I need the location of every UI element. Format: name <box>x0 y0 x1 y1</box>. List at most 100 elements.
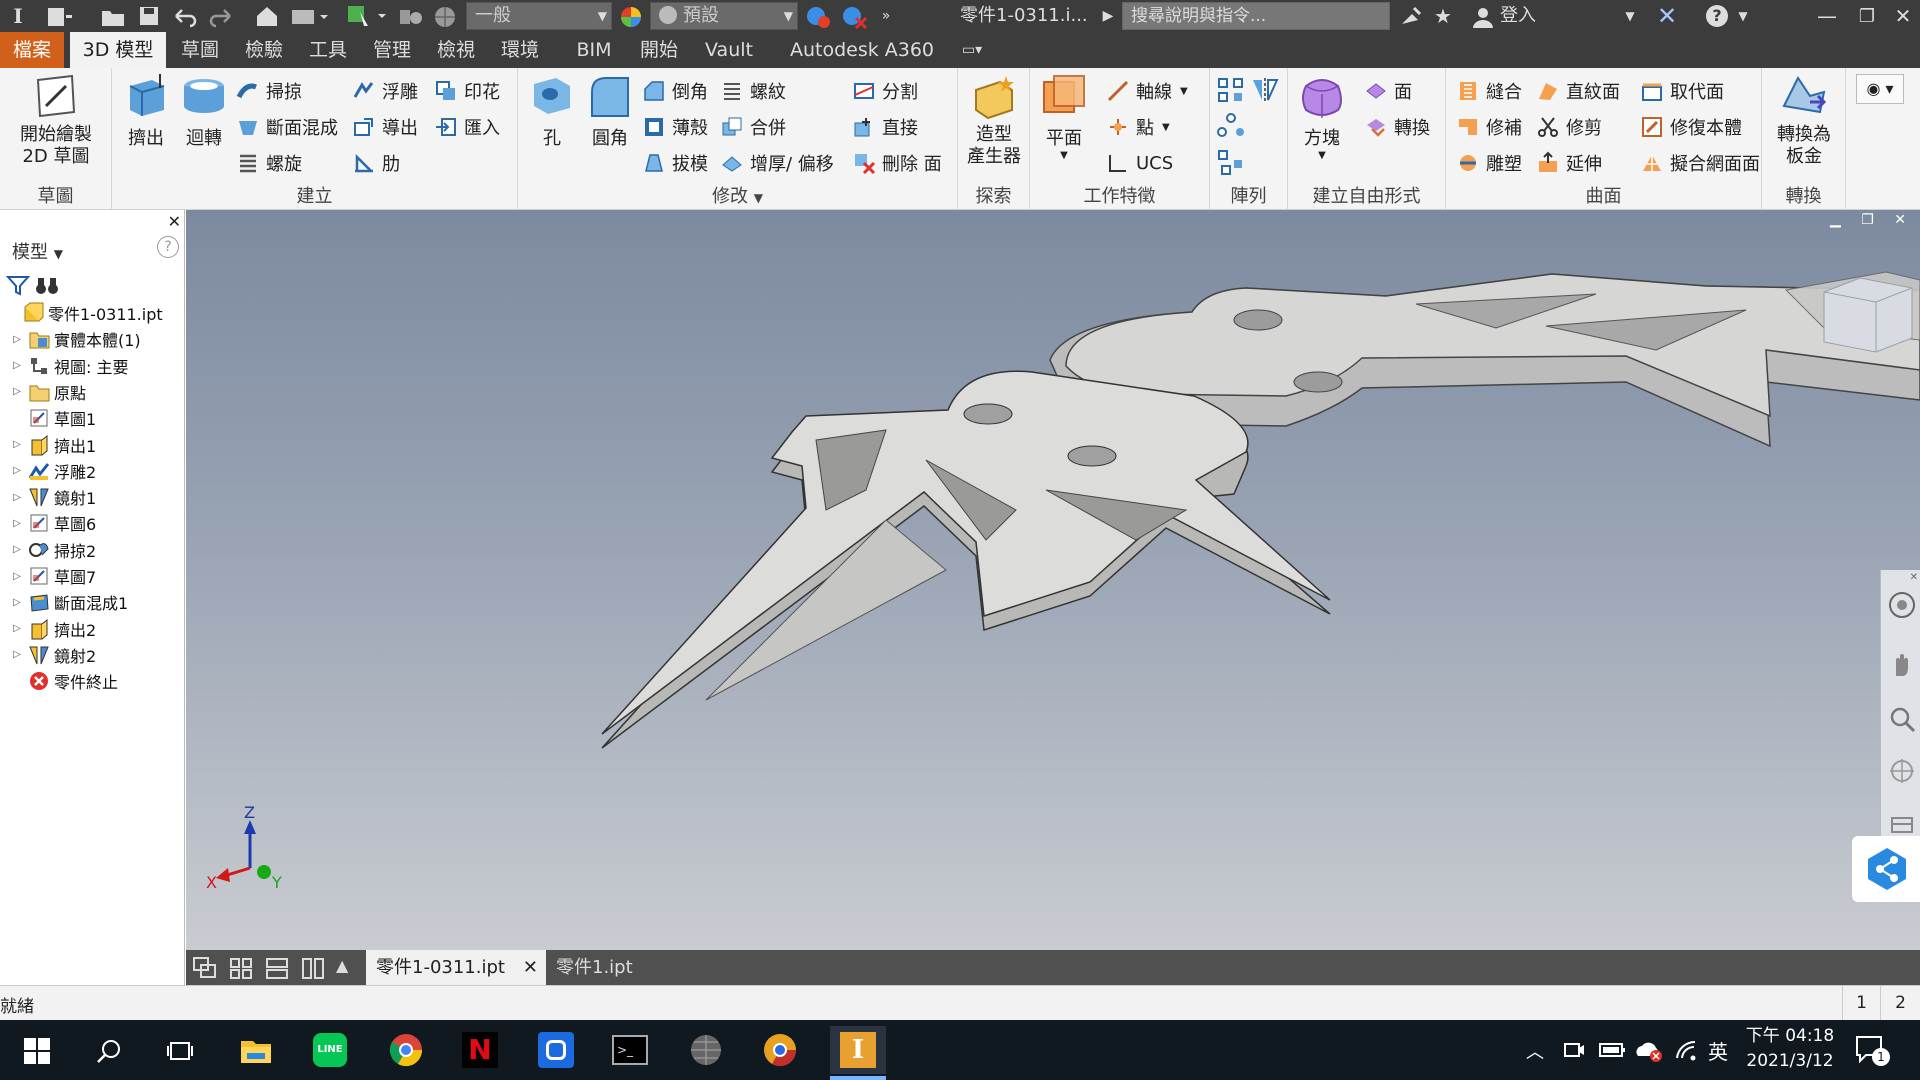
doc-tab-close-icon[interactable]: ✕ <box>523 950 538 985</box>
expand-arrow-icon[interactable]: ▷ <box>10 649 24 660</box>
color-wheel-icon[interactable] <box>618 4 644 30</box>
axis-button[interactable]: 軸線 ▼ <box>1106 76 1188 106</box>
revolve-button[interactable]: 迴轉 <box>176 72 232 150</box>
material-icon[interactable] <box>398 6 424 28</box>
shell-button[interactable]: 薄殼 <box>642 112 708 142</box>
tree-item[interactable]: ▷ 原點 <box>0 379 86 405</box>
tree-item[interactable]: ▷ 掃掠2 <box>0 537 96 563</box>
help-dropdown-icon[interactable]: ▼ <box>1736 0 1750 32</box>
import-button[interactable]: 匯入 <box>434 112 500 142</box>
rib-button[interactable]: 肋 <box>352 148 400 178</box>
decal-button[interactable]: 印花 <box>434 76 500 106</box>
globe-icon[interactable] <box>432 4 458 30</box>
tab-tools[interactable]: 工具 <box>300 32 356 68</box>
rectangular-pattern-icon[interactable] <box>1216 76 1246 104</box>
return-icon[interactable] <box>290 6 330 28</box>
extrude-button[interactable]: 擠出 <box>118 72 174 150</box>
repair-bodies-button[interactable]: 修復本體 <box>1640 112 1742 142</box>
taskbar-camera-app[interactable] <box>532 1026 580 1074</box>
battery-icon[interactable] <box>1598 1038 1626 1062</box>
freeform-convert-button[interactable]: 轉換 <box>1364 112 1430 142</box>
circular-pattern-icon[interactable] <box>1216 112 1246 140</box>
fillet-button[interactable]: 圓角 <box>582 72 638 150</box>
tree-item[interactable]: ▷ 擠出1 <box>0 432 96 458</box>
tab-vault[interactable]: Vault <box>694 32 764 68</box>
thicken-offset-button[interactable]: 增厚/ 偏移 <box>720 148 834 178</box>
taskbar-sphere-app[interactable] <box>682 1026 730 1074</box>
plane-button[interactable]: 平面 ▼ <box>1036 72 1092 161</box>
taskbar-chrome[interactable] <box>382 1026 430 1074</box>
appearance-combo[interactable]: 預設 ▼ <box>650 2 798 30</box>
viewcube[interactable] <box>1820 272 1920 358</box>
navbar-close-icon[interactable]: ✕ <box>1910 572 1918 583</box>
tree-item[interactable]: ▷ 浮雕2 <box>0 458 96 484</box>
tree-item[interactable]: ▷ 草圖6 <box>0 510 96 536</box>
inventor-logo-icon[interactable]: I <box>6 0 30 32</box>
redo-icon[interactable] <box>208 6 234 28</box>
panel-options-icon[interactable]: ▭▾ <box>952 32 992 68</box>
chamfer-button[interactable]: 倒角 <box>642 76 708 106</box>
direct-button[interactable]: 直接 <box>852 112 918 142</box>
open-folder-icon[interactable] <box>100 6 126 28</box>
tree-item[interactable]: ▷ 實體本體(1) <box>0 326 141 352</box>
tile-windows-icon[interactable] <box>228 956 254 980</box>
part-body-main[interactable] <box>601 370 1331 749</box>
tree-item[interactable]: ▷ 視圖: 主要 <box>0 353 128 379</box>
tab-3d-model[interactable]: 3D 模型 <box>70 32 166 68</box>
help-search-input[interactable]: 搜尋說明與指令... <box>1122 2 1390 30</box>
trim-button[interactable]: 修剪 <box>1536 112 1602 142</box>
taskbar-netflix[interactable]: N <box>456 1026 504 1074</box>
sculpt-button[interactable]: 雕塑 <box>1456 148 1522 178</box>
loft-button[interactable]: 斷面混成 <box>236 112 338 142</box>
expand-arrow-icon[interactable]: ▶ <box>1100 0 1116 32</box>
tile-horizontal-icon[interactable] <box>264 956 290 980</box>
tab-autodesk-a360[interactable]: Autodesk A360 <box>774 32 950 68</box>
expand-arrow-icon[interactable]: ▷ <box>10 439 24 450</box>
user-icon[interactable] <box>1470 4 1496 30</box>
expand-arrow-icon[interactable]: ▷ <box>10 334 24 345</box>
tree-item[interactable]: ▷ 草圖7 <box>0 563 96 589</box>
expand-arrow-icon[interactable]: ▷ <box>10 465 24 476</box>
tile-vertical-icon[interactable] <box>300 956 326 980</box>
convert-to-sheet-metal-button[interactable]: 轉換為 板金 <box>1768 72 1840 168</box>
combine-button[interactable]: 合併 <box>720 112 786 142</box>
emboss-button[interactable]: 浮雕 <box>352 76 418 106</box>
doc-tab-active[interactable]: 零件1-0311.ipt ✕ <box>366 950 546 985</box>
derive-button[interactable]: 導出 <box>352 112 418 142</box>
tab-bim[interactable]: BIM <box>556 32 632 68</box>
ribbon-options-button[interactable]: ◉ ▾ <box>1856 74 1904 104</box>
sketch-driven-pattern-icon[interactable] <box>1216 148 1246 176</box>
clock[interactable]: 下午 04:18 2021/3/12 <box>1740 1024 1840 1074</box>
browser-title[interactable]: 模型 ▼ <box>12 238 63 264</box>
ruled-surface-button[interactable]: 直紋面 <box>1536 76 1620 106</box>
tab-environments[interactable]: 環境 <box>492 32 548 68</box>
task-view-icon[interactable] <box>166 1038 194 1064</box>
tab-file[interactable]: 檔案 <box>0 32 64 68</box>
pan-hand-icon[interactable] <box>1887 650 1917 680</box>
expand-arrow-icon[interactable]: ▷ <box>10 623 24 634</box>
meet-now-icon[interactable] <box>1562 1038 1586 1062</box>
ucs-button[interactable]: UCS <box>1106 148 1173 178</box>
minimize-button[interactable]: — <box>1812 0 1842 32</box>
tree-item[interactable]: ▷ 鏡射2 <box>0 642 96 668</box>
taskbar-file-explorer[interactable] <box>232 1026 280 1074</box>
graphics-window[interactable]: ▁ ❐ ✕ ✕ Z X Y <box>186 210 1920 950</box>
thread-button[interactable]: 螺紋 <box>720 76 786 106</box>
expand-arrow-icon[interactable]: ▷ <box>10 518 24 529</box>
hole-button[interactable]: 孔 <box>524 72 580 150</box>
expand-arrow-icon[interactable]: ▷ <box>10 597 24 608</box>
satellite-icon[interactable] <box>1398 4 1424 30</box>
freeform-face-button[interactable]: 面 <box>1364 76 1412 106</box>
wifi-icon[interactable] <box>1674 1038 1700 1062</box>
tree-item[interactable]: 零件終止 <box>0 668 118 694</box>
taskbar-chrome-canary[interactable] <box>756 1026 804 1074</box>
coil-button[interactable]: 螺旋 <box>236 148 302 178</box>
onedrive-error-icon[interactable] <box>1634 1036 1664 1064</box>
cascade-windows-icon[interactable] <box>192 956 218 980</box>
help-icon[interactable]: ? <box>1702 0 1732 32</box>
ime-indicator[interactable]: 英 <box>1708 1036 1728 1065</box>
tree-item[interactable]: 零件1-0311.ipt <box>0 300 163 326</box>
shape-generator-button[interactable]: 造型 產生器 <box>964 72 1024 168</box>
sign-in-link[interactable]: 登入 <box>1500 0 1536 32</box>
save-icon[interactable] <box>138 5 160 27</box>
